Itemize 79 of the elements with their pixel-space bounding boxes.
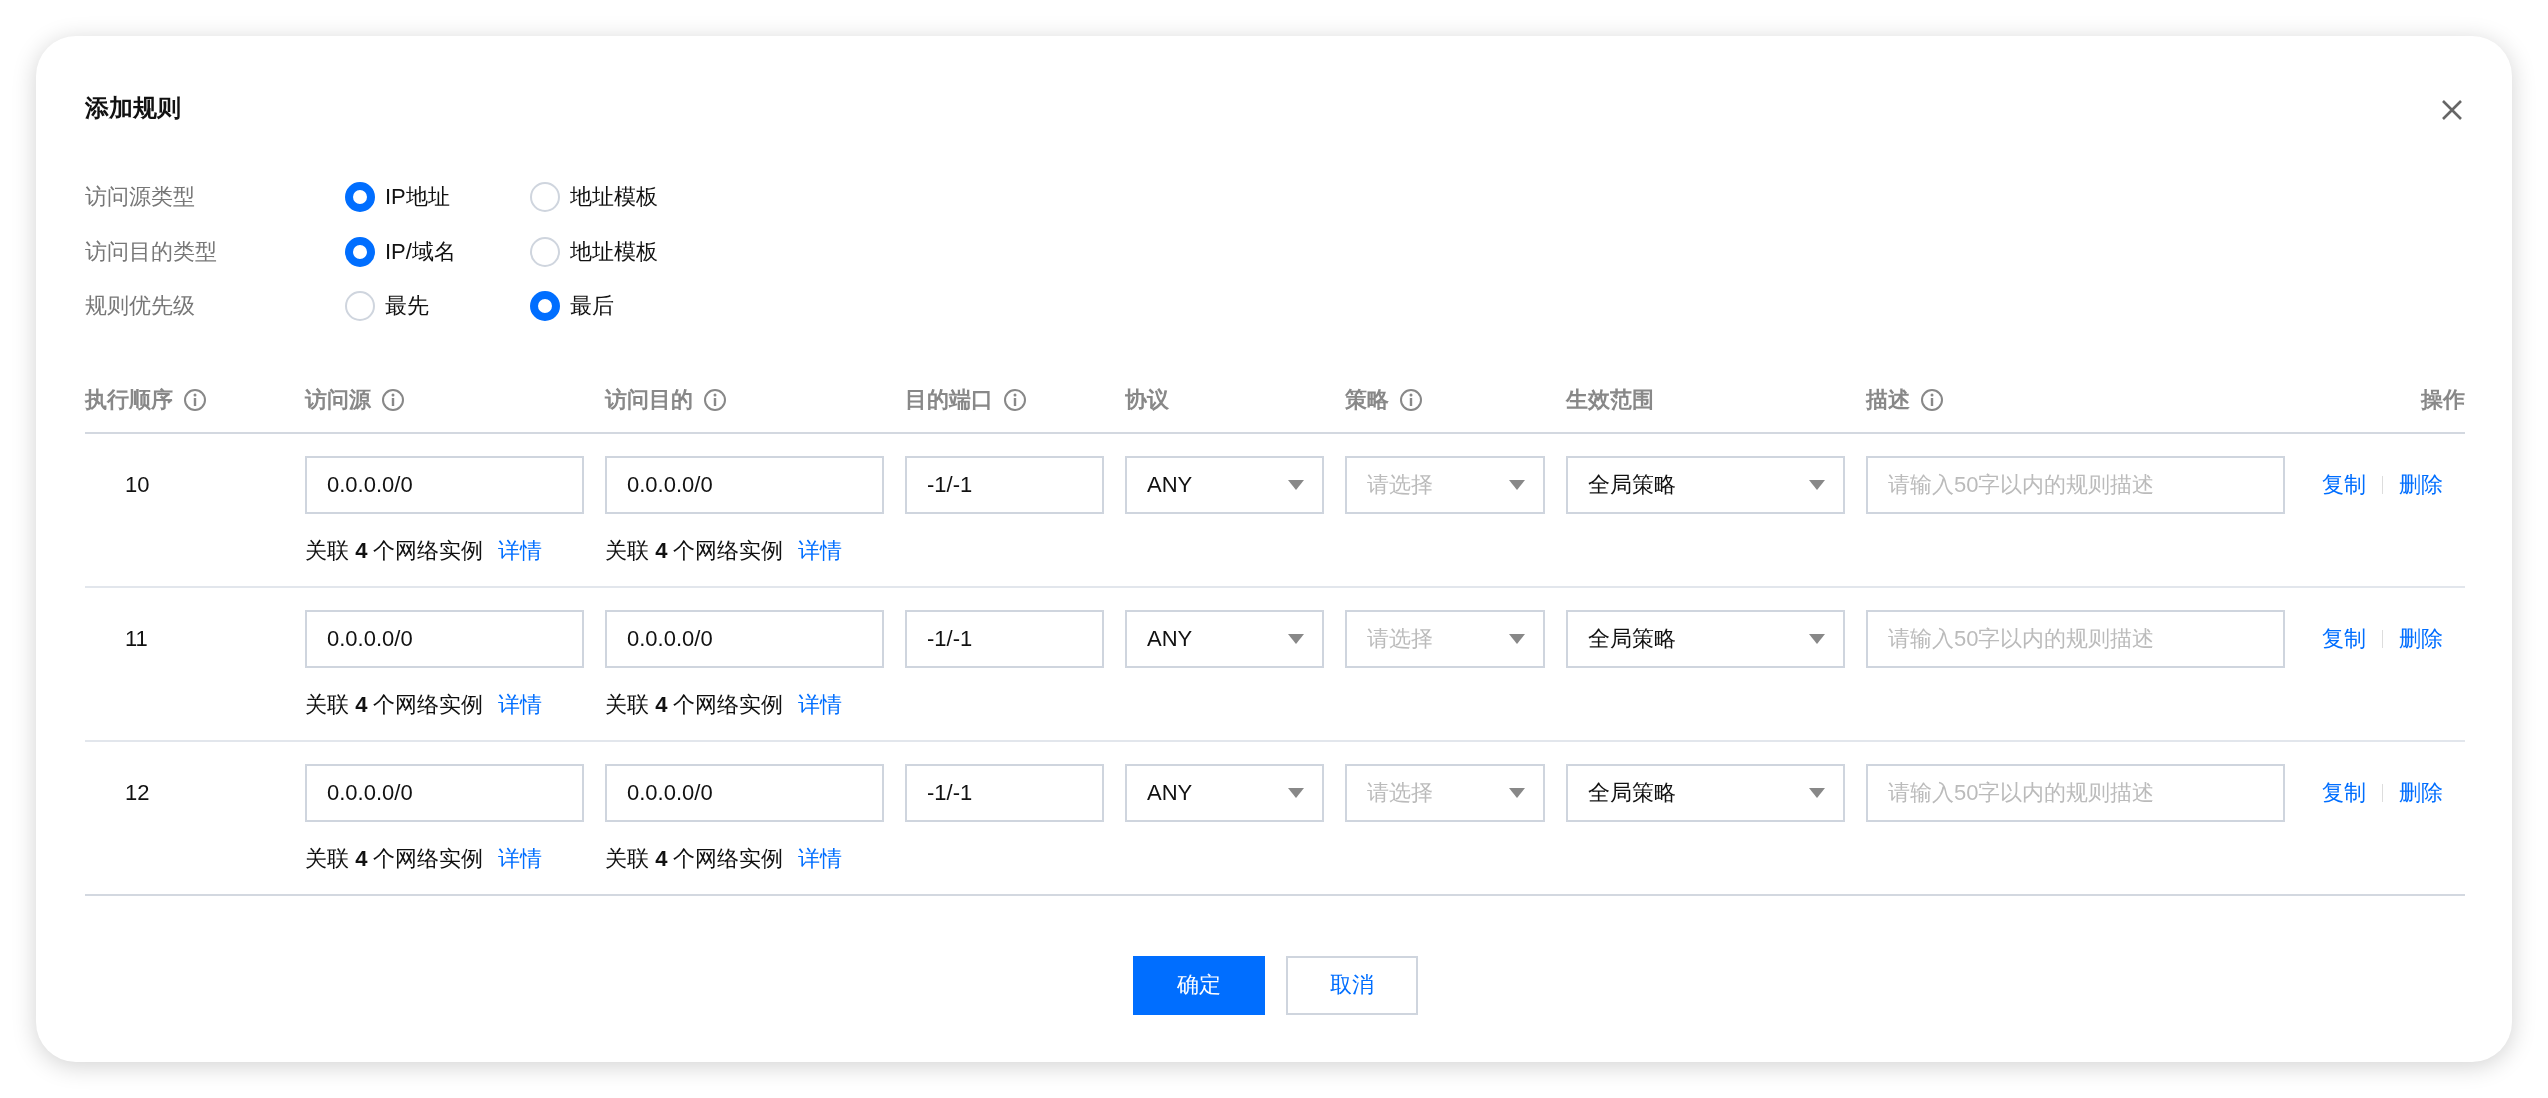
delete-link[interactable]: 删除 (2399, 469, 2443, 500)
destination-input[interactable]: 0.0.0.0/0 (605, 455, 884, 514)
description-input[interactable]: 请输入50字以内的规则描述 (1866, 763, 2285, 822)
column-header: 访问目的 (605, 385, 693, 414)
instance-count-text: 关联 4 个网络实例 (305, 844, 484, 873)
details-link[interactable]: 详情 (797, 689, 842, 720)
column-header: 生效范围 (1566, 385, 1654, 414)
caret-icon (1509, 787, 1525, 798)
copy-link[interactable]: 复制 (2322, 469, 2366, 500)
scope-select[interactable]: 全局策略 (1566, 609, 1845, 668)
protocol-select[interactable]: ANY (1125, 609, 1324, 668)
delete-link[interactable]: 删除 (2399, 623, 2443, 654)
column-header: 协议 (1125, 385, 1169, 414)
instance-count-text: 关联 4 个网络实例 (605, 844, 784, 873)
details-link[interactable]: 详情 (497, 843, 542, 874)
protocol-select[interactable]: ANY (1125, 455, 1324, 514)
caret-icon (1288, 479, 1304, 490)
setting-label: 访问源类型 (85, 183, 196, 212)
info-icon[interactable] (1003, 387, 1027, 412)
description-input[interactable]: 请输入50字以内的规则描述 (1866, 455, 2285, 514)
radio-label[interactable]: 最后 (570, 291, 614, 322)
port-input[interactable]: -1/-1 (905, 455, 1104, 514)
source-input[interactable]: 0.0.0.0/0 (305, 609, 584, 668)
caret-icon (1288, 787, 1304, 798)
caret-icon (1809, 633, 1825, 644)
cancel-button[interactable]: 取消 (1285, 955, 1418, 1015)
details-link[interactable]: 详情 (497, 689, 542, 720)
info-icon[interactable] (381, 387, 405, 412)
radio-label[interactable]: IP地址 (385, 182, 450, 213)
port-input[interactable]: -1/-1 (905, 609, 1104, 668)
setting-label: 规则优先级 (85, 292, 196, 321)
close-icon[interactable] (2440, 98, 2464, 122)
copy-link[interactable]: 复制 (2322, 623, 2366, 654)
column-header: 访问源 (305, 385, 371, 414)
column-header: 策略 (1345, 385, 1389, 414)
order-number: 10 (124, 470, 151, 499)
protocol-select[interactable]: ANY (1125, 763, 1324, 822)
source-input[interactable]: 0.0.0.0/0 (305, 763, 584, 822)
instance-count-text: 关联 4 个网络实例 (605, 690, 784, 719)
details-link[interactable]: 详情 (797, 535, 842, 566)
order-number: 12 (124, 778, 151, 807)
copy-link[interactable]: 复制 (2322, 777, 2366, 808)
description-input[interactable]: 请输入50字以内的规则描述 (1866, 609, 2285, 668)
info-icon[interactable] (183, 387, 207, 412)
caret-icon (1809, 479, 1825, 490)
column-header: 目的端口 (905, 385, 993, 414)
info-icon[interactable] (703, 387, 727, 412)
instance-count-text: 关联 4 个网络实例 (305, 690, 484, 719)
caret-icon (1509, 633, 1525, 644)
radio-label[interactable]: 地址模板 (570, 182, 658, 213)
radio-label[interactable]: IP/域名 (385, 236, 456, 267)
setting-label: 访问目的类型 (85, 237, 218, 266)
caret-icon (1509, 479, 1525, 490)
confirm-button[interactable]: 确定 (1132, 955, 1265, 1015)
source-input[interactable]: 0.0.0.0/0 (305, 455, 584, 514)
details-link[interactable]: 详情 (497, 535, 542, 566)
radio-button[interactable] (345, 236, 375, 267)
radio-label[interactable]: 地址模板 (570, 236, 658, 267)
radio-button[interactable] (345, 182, 375, 213)
delete-link[interactable]: 删除 (2399, 777, 2443, 808)
destination-input[interactable]: 0.0.0.0/0 (605, 763, 884, 822)
destination-input[interactable]: 0.0.0.0/0 (605, 609, 884, 668)
radio-button[interactable] (530, 291, 560, 322)
column-header: 执行顺序 (85, 385, 173, 414)
column-header: 描述 (1866, 385, 1910, 414)
port-input[interactable]: -1/-1 (905, 763, 1104, 822)
instance-count-text: 关联 4 个网络实例 (305, 536, 484, 565)
caret-icon (1809, 787, 1825, 798)
caret-icon (1288, 633, 1304, 644)
scope-select[interactable]: 全局策略 (1566, 763, 1845, 822)
info-icon[interactable] (1399, 387, 1423, 412)
instance-count-text: 关联 4 个网络实例 (605, 536, 784, 565)
dialog-title: 添加规则 (85, 93, 181, 123)
order-number: 11 (124, 624, 149, 653)
radio-label[interactable]: 最先 (385, 291, 429, 322)
column-header: 操作 (2421, 385, 2465, 414)
scope-select[interactable]: 全局策略 (1566, 455, 1845, 514)
info-icon[interactable] (1920, 387, 1944, 412)
details-link[interactable]: 详情 (797, 843, 842, 874)
